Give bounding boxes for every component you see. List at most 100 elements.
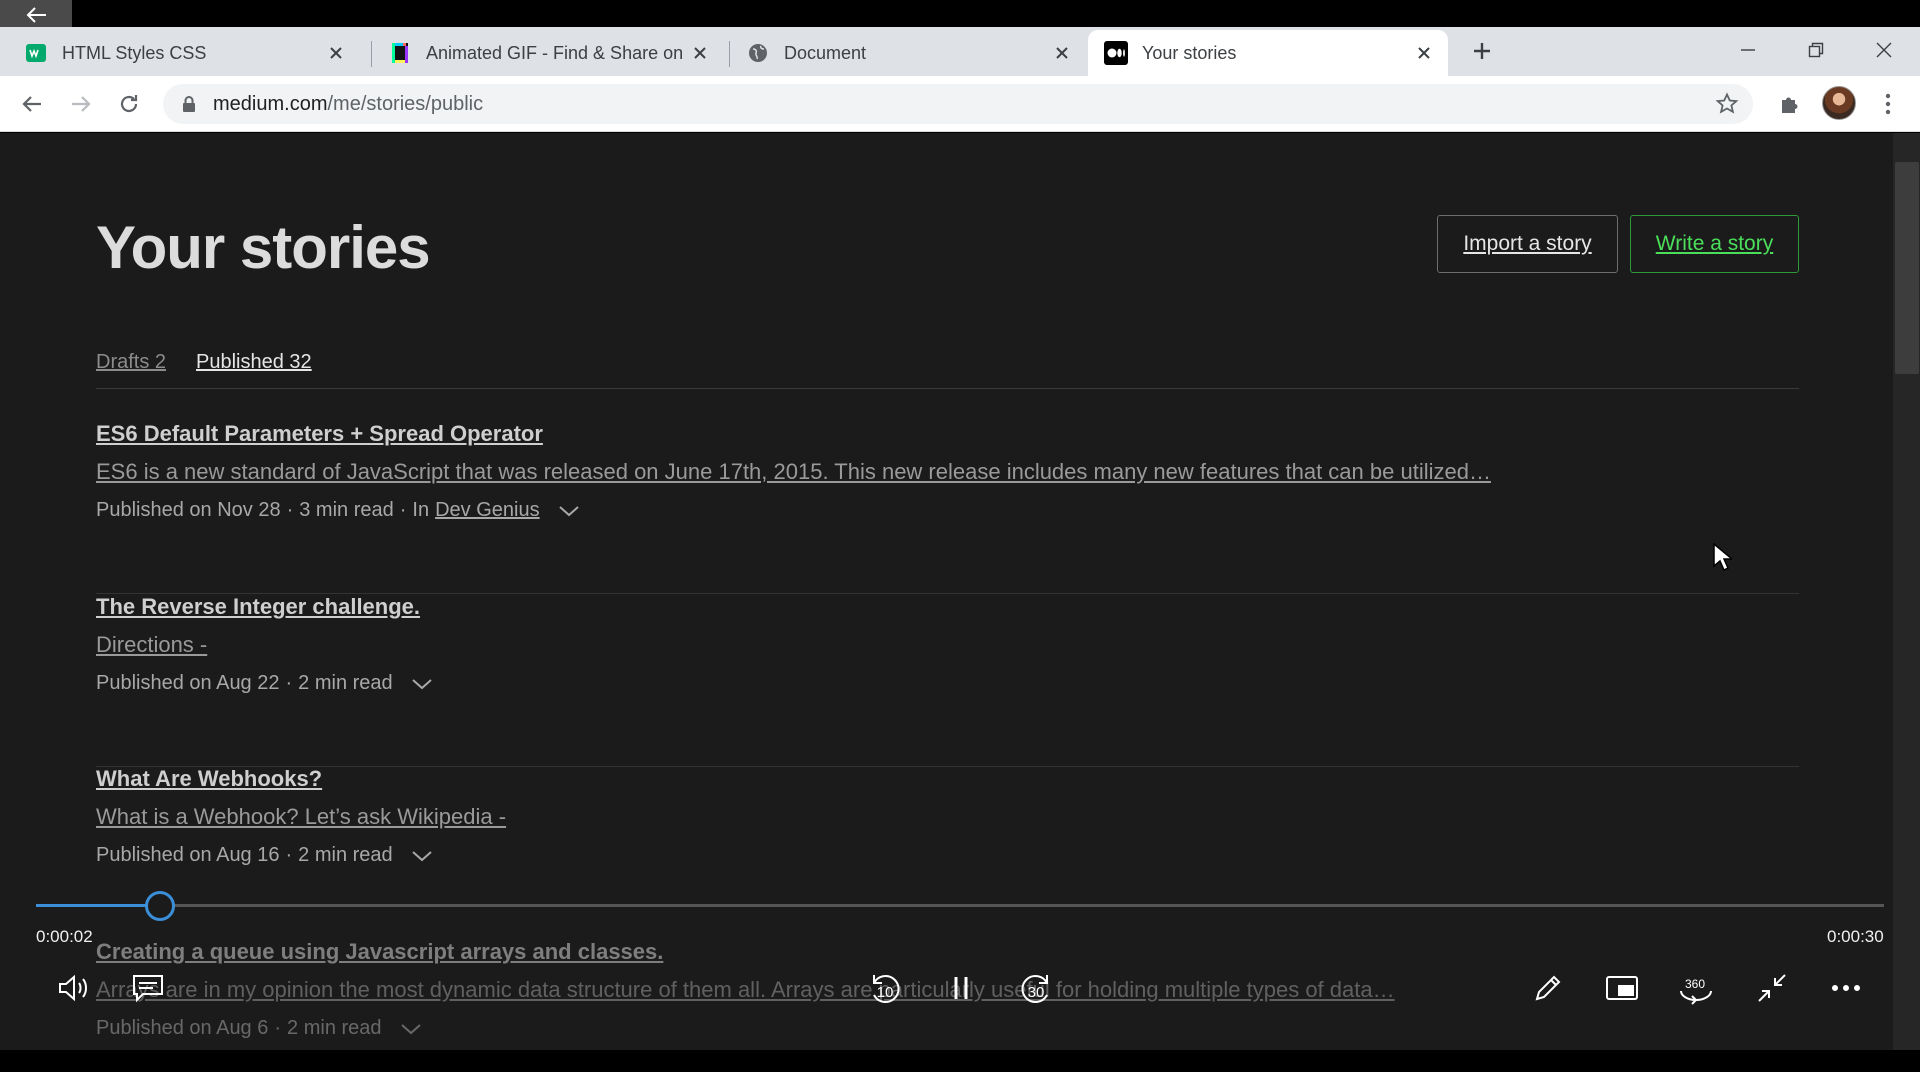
chevron-down-icon[interactable] bbox=[558, 504, 580, 518]
meta-separator: · bbox=[399, 499, 407, 521]
chevron-down-icon[interactable] bbox=[411, 849, 433, 863]
mini-player-button[interactable] bbox=[1602, 968, 1642, 1008]
restore-button[interactable] bbox=[1786, 30, 1846, 70]
close-icon[interactable] bbox=[1050, 41, 1074, 65]
url-text: medium.com/me/stories/public bbox=[213, 93, 483, 116]
story-subtitle[interactable]: Directions - bbox=[96, 632, 1799, 658]
meta-separator: · bbox=[274, 1017, 282, 1039]
tab-document[interactable]: Document bbox=[730, 30, 1086, 76]
vr-360-button[interactable]: 360 bbox=[1676, 968, 1716, 1008]
captions-button[interactable] bbox=[128, 968, 168, 1008]
back-button[interactable] bbox=[16, 88, 48, 120]
write-story-button[interactable]: Write a story bbox=[1630, 215, 1799, 273]
bottom-strip bbox=[0, 1050, 1920, 1072]
rewind-seconds: 10 bbox=[876, 984, 894, 1001]
story-meta: Published on Aug 16 · 2 min read bbox=[96, 844, 1799, 867]
minimize-button[interactable] bbox=[1718, 30, 1778, 70]
story-meta: Published on Aug 22 · 2 min read bbox=[96, 672, 1799, 695]
profile-avatar[interactable] bbox=[1822, 86, 1856, 120]
current-time: 0:00:02 bbox=[36, 927, 93, 946]
new-tab-button[interactable] bbox=[1468, 37, 1496, 65]
forward-seconds: 30 bbox=[1027, 984, 1045, 1001]
screen: { "browser": { "tabs": [ {"label": "HTML… bbox=[0, 0, 1920, 1072]
url-host: medium.com bbox=[213, 93, 328, 115]
360-icon: 360 bbox=[1680, 977, 1712, 1005]
reload-button[interactable] bbox=[113, 88, 145, 120]
tab-label: Document bbox=[784, 42, 867, 63]
forward-30-button[interactable]: 30 bbox=[1016, 968, 1056, 1008]
tab-drafts[interactable]: Drafts 2 bbox=[96, 351, 166, 374]
story-item: What Are Webhooks? What is a Webhook? Le… bbox=[96, 766, 1799, 867]
tab-published[interactable]: Published 32 bbox=[196, 351, 312, 374]
reload-icon bbox=[120, 95, 138, 113]
story-title[interactable]: Creating a queue using Javascript arrays… bbox=[96, 939, 1799, 965]
arrow-left-icon bbox=[22, 96, 41, 112]
lock-icon bbox=[181, 95, 199, 113]
stories-tabs: Drafts 2 Published 32 bbox=[96, 351, 312, 374]
puzzle-icon bbox=[1782, 97, 1798, 113]
story-in-label: In bbox=[412, 499, 430, 521]
close-icon[interactable] bbox=[324, 41, 348, 65]
address-bar[interactable]: medium.com/me/stories/public bbox=[163, 84, 1753, 124]
top-strip bbox=[0, 0, 1920, 27]
tab-label: HTML Styles CSS bbox=[62, 42, 207, 63]
rewind-10-button[interactable]: 10 bbox=[865, 968, 905, 1008]
chevron-down-icon[interactable] bbox=[411, 677, 433, 691]
restore-icon bbox=[1808, 42, 1824, 58]
story-meta: Published on Nov 28 · 3 min read · In De… bbox=[96, 499, 1799, 522]
story-read-time: 2 min read bbox=[298, 672, 393, 694]
bookmark-star-icon[interactable] bbox=[1715, 92, 1739, 116]
exit-fullscreen-button[interactable] bbox=[1752, 968, 1792, 1008]
close-icon[interactable] bbox=[688, 41, 712, 65]
tab-your-stories[interactable]: Your stories bbox=[1088, 30, 1448, 76]
arrow-left-icon bbox=[26, 7, 46, 23]
extensions-button[interactable] bbox=[1774, 88, 1806, 120]
import-story-button[interactable]: Import a story bbox=[1437, 215, 1618, 273]
story-title[interactable]: The Reverse Integer challenge. bbox=[96, 594, 1799, 620]
overlay-back-button[interactable] bbox=[0, 0, 72, 30]
seek-bar-progress bbox=[36, 904, 160, 907]
more-options-button[interactable] bbox=[1826, 968, 1866, 1008]
minimize-icon bbox=[1741, 49, 1755, 51]
medium-page: Your stories Import a story Write a stor… bbox=[0, 133, 1893, 1050]
close-icon[interactable] bbox=[1412, 41, 1436, 65]
pause-button[interactable] bbox=[941, 968, 981, 1008]
story-read-time: 2 min read bbox=[298, 844, 393, 866]
volume-button[interactable] bbox=[54, 968, 94, 1008]
plus-icon bbox=[1474, 43, 1490, 59]
story-read-time: 3 min read bbox=[299, 499, 394, 521]
story-published-date: Published on Aug 6 bbox=[96, 1017, 269, 1039]
picture-in-picture-icon bbox=[1606, 976, 1638, 1000]
seek-bar-track[interactable] bbox=[36, 904, 1884, 907]
more-horizontal-icon bbox=[1832, 985, 1860, 991]
tab-giphy[interactable]: Animated GIF - Find & Share on GIPHY bbox=[372, 30, 724, 76]
story-title[interactable]: ES6 Default Parameters + Spread Operator bbox=[96, 421, 1799, 447]
annotate-button[interactable] bbox=[1528, 968, 1568, 1008]
tab-html-styles[interactable]: HTML Styles CSS bbox=[8, 30, 360, 76]
chevron-down-icon[interactable] bbox=[400, 1022, 422, 1036]
tab-strip: HTML Styles CSS Animated GIF - Find & Sh… bbox=[0, 27, 1920, 76]
tab-label: Animated GIF - Find & Share on GIPHY bbox=[426, 42, 688, 63]
browser-menu-button[interactable] bbox=[1872, 88, 1904, 120]
volume-icon bbox=[59, 974, 87, 1002]
story-subtitle[interactable]: ES6 is a new standard of JavaScript that… bbox=[96, 459, 1799, 485]
seek-bar-handle[interactable] bbox=[144, 891, 175, 921]
close-window-button[interactable] bbox=[1854, 30, 1914, 70]
meta-separator: · bbox=[285, 672, 293, 694]
tabs-divider bbox=[96, 388, 1799, 389]
forward-button[interactable] bbox=[65, 88, 97, 120]
story-title[interactable]: What Are Webhooks? bbox=[96, 766, 1799, 792]
browser-toolbar: medium.com/me/stories/public bbox=[0, 76, 1920, 132]
mouse-cursor-icon bbox=[1713, 543, 1732, 571]
url-path: /me/stories/public bbox=[327, 93, 484, 115]
kebab-menu-icon bbox=[1885, 93, 1891, 115]
story-published-date: Published on Aug 16 bbox=[96, 844, 280, 866]
page-scrollbar-thumb[interactable] bbox=[1895, 162, 1919, 374]
total-time: 0:00:30 bbox=[1827, 927, 1884, 946]
story-subtitle[interactable]: What is a Webhook? Let’s ask Wikipedia - bbox=[96, 804, 1799, 830]
story-publication-link[interactable]: Dev Genius bbox=[435, 499, 540, 522]
meta-separator: · bbox=[285, 844, 293, 866]
pencil-icon bbox=[1535, 975, 1561, 1001]
pause-icon bbox=[954, 977, 968, 999]
story-meta: Published on Aug 6 · 2 min read bbox=[96, 1017, 1799, 1040]
